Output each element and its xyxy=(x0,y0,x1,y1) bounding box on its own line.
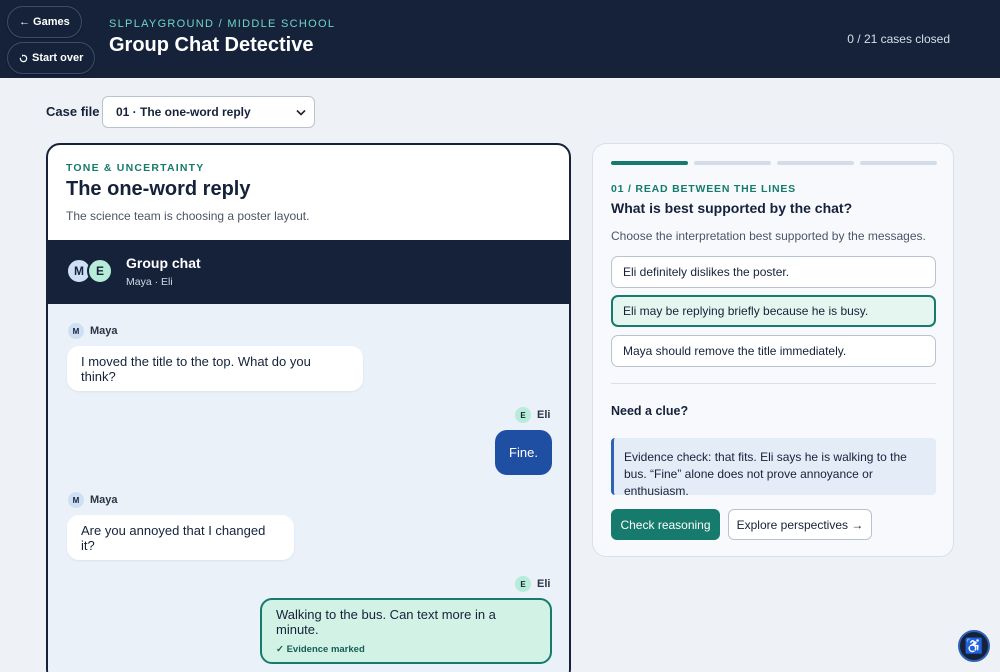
message-text: Walking to the bus. Can text more in a m… xyxy=(276,607,496,637)
games-button-label: ← Games xyxy=(19,16,70,28)
explore-perspectives-button[interactable]: Explore perspectives → xyxy=(728,509,872,540)
scenario-title: The one-word reply xyxy=(66,178,251,200)
sender-name: Maya xyxy=(90,494,118,506)
sender-avatar: M xyxy=(68,323,84,339)
clue-callout: Evidence check: that fits. Eli says he i… xyxy=(611,438,936,498)
clue-heading: Need a clue? xyxy=(611,404,689,418)
chat-members: Maya · Eli xyxy=(126,276,173,288)
case-file-label: Case file xyxy=(46,104,100,119)
question-eyebrow: 01 / READ BETWEEN THE LINES xyxy=(611,183,796,195)
scenario-eyebrow: TONE & UNCERTAINTY xyxy=(66,162,205,174)
start-over-label: Start over xyxy=(32,52,84,64)
question-title: What is best supported by the chat? xyxy=(611,200,853,216)
message-bubble: I moved the title to the top. What do yo… xyxy=(67,346,363,391)
cases-closed-counter: 0 / 21 cases closed xyxy=(847,32,950,46)
case-file-select[interactable]: 01 · The one-word reply xyxy=(102,96,315,128)
page-title: Group Chat Detective xyxy=(109,34,314,56)
step-progress xyxy=(611,161,937,165)
message-sender: M Maya xyxy=(68,492,118,508)
progress-segment-active xyxy=(611,161,688,165)
sender-name: Maya xyxy=(90,325,118,337)
sender-avatar: M xyxy=(68,492,84,508)
evidence-marked-badge: ✓ Evidence marked xyxy=(276,644,365,655)
message-text: I moved the title to the top. What do yo… xyxy=(81,353,311,384)
app-eyebrow: SLPLAYGROUND / MIDDLE SCHOOL xyxy=(109,18,336,30)
question-instructions: Choose the interpretation best supported… xyxy=(611,229,926,243)
message-sender: M Maya xyxy=(68,323,118,339)
sender-avatar: E xyxy=(515,576,531,592)
sender-name: Eli xyxy=(537,578,551,590)
restart-icon xyxy=(19,53,28,62)
sender-avatar: E xyxy=(515,407,531,423)
progress-segment xyxy=(860,161,937,165)
start-over-button[interactable]: Start over xyxy=(7,42,96,74)
chat-title: Group chat xyxy=(126,255,201,271)
message-sender: E Eli xyxy=(515,407,550,423)
chat-header: M E Group chat Maya · Eli xyxy=(48,240,569,304)
evidence-message-bubble[interactable]: Walking to the bus. Can text more in a m… xyxy=(260,598,552,664)
case-file-value: 01 · The one-word reply xyxy=(116,105,251,119)
question-card: 01 / READ BETWEEN THE LINES What is best… xyxy=(592,143,954,557)
message-bubble: Are you annoyed that I changed it? xyxy=(67,515,294,560)
divider xyxy=(611,383,936,384)
progress-segment xyxy=(694,161,771,165)
chevron-down-icon xyxy=(296,109,306,116)
scenario-subtitle: The science team is choosing a poster la… xyxy=(66,209,310,223)
answer-option-selected[interactable]: Eli may be replying briefly because he i… xyxy=(611,295,936,327)
message-bubble: Fine. xyxy=(495,430,552,475)
sender-name: Eli xyxy=(537,409,551,421)
top-bar: ← Games Start over SLPLAYGROUND / MIDDLE… xyxy=(0,0,1000,78)
progress-segment xyxy=(777,161,854,165)
check-reasoning-button[interactable]: Check reasoning xyxy=(611,509,720,540)
games-back-button[interactable]: ← Games xyxy=(7,6,82,38)
answer-option[interactable]: Maya should remove the title immediately… xyxy=(611,335,936,367)
scenario-card: TONE & UNCERTAINTY The one-word reply Th… xyxy=(46,143,571,672)
message-sender: E Eli xyxy=(515,576,550,592)
answer-option[interactable]: Eli definitely dislikes the poster. xyxy=(611,256,936,288)
chat-messages: M Maya I moved the title to the top. Wha… xyxy=(48,304,569,672)
avatar-eli: E xyxy=(87,258,113,284)
accessibility-icon[interactable]: ♿ xyxy=(958,630,990,662)
message-text: Are you annoyed that I changed it? xyxy=(81,522,266,553)
message-text: Fine. xyxy=(509,445,538,460)
